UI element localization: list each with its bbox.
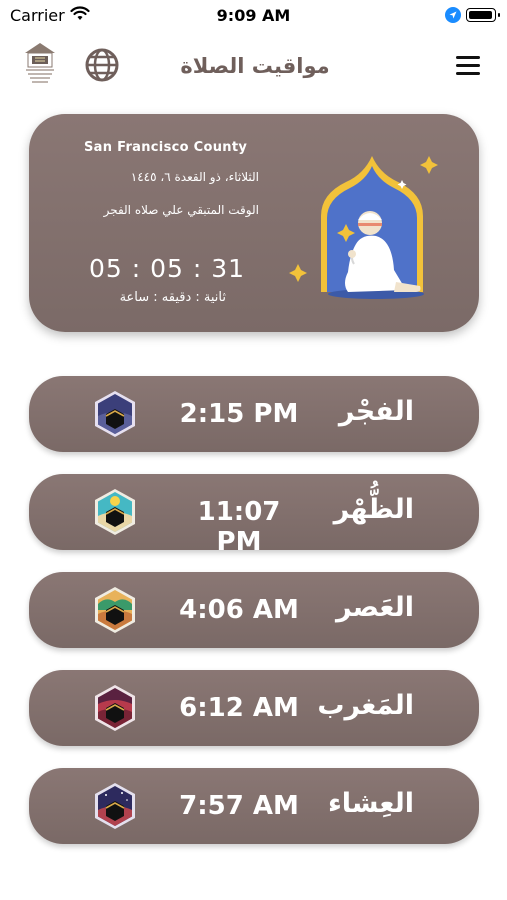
praying-man-mihrab-illustration	[289, 156, 438, 299]
prayer-row-dhuhr[interactable]: الظُّهْر 11:07 PM	[29, 474, 479, 557]
hijri-date: الثلاثاء، ذو القعدة ٦، ١٤٤٥	[130, 170, 259, 184]
kaaba-fajr-icon	[95, 391, 135, 437]
location-icon	[445, 7, 461, 23]
kaaba-asr-icon	[95, 587, 135, 633]
app-header: مواقيت الصلاة	[0, 38, 507, 98]
prayer-time: 2:15 PM	[179, 399, 299, 429]
prayer-row-fajr[interactable]: الفجْر 2:15 PM	[29, 376, 479, 452]
logo-icon	[25, 43, 55, 83]
prayer-name: العِشاء	[327, 788, 414, 819]
prayer-time: 11:07 PM	[197, 497, 281, 557]
prayer-row-isha[interactable]: العِشاء 7:57 AM	[29, 768, 479, 844]
prayer-name: المَغرب	[317, 690, 414, 721]
status-bar: Carrier 9:09 AM	[0, 0, 507, 32]
prayer-name: الفجْر	[338, 396, 414, 427]
hamburger-menu-icon[interactable]	[456, 56, 480, 76]
prayer-row-asr[interactable]: العَصر 4:06 AM	[29, 572, 479, 648]
kaaba-isha-icon	[95, 783, 135, 829]
remaining-time-label: الوقت المتبقي علي صلاه الفجر	[103, 203, 259, 217]
language-globe-icon[interactable]	[85, 48, 119, 82]
kaaba-dhuhr-icon	[95, 489, 135, 535]
countdown-timer: 05 : 05 : 31	[89, 254, 246, 283]
kaaba-maghrib-icon	[95, 685, 135, 731]
countdown-units: ثانية : دقيقه : ساعة	[119, 290, 226, 305]
page-title: مواقيت الصلاة	[180, 54, 330, 78]
prayer-row-maghrib[interactable]: المَغرب 6:12 AM	[29, 670, 479, 746]
battery-icon	[466, 8, 500, 22]
next-prayer-card: San Francisco County الثلاثاء، ذو القعدة…	[29, 114, 479, 332]
prayer-time: 7:57 AM	[179, 791, 299, 821]
location-name: San Francisco County	[84, 140, 248, 155]
prayer-name: الظُّهْر	[333, 494, 414, 525]
status-time: 9:09 AM	[216, 6, 291, 25]
prayer-name: العَصر	[335, 592, 414, 623]
prayer-time: 4:06 AM	[179, 595, 299, 625]
prayer-time: 6:12 AM	[179, 693, 299, 723]
